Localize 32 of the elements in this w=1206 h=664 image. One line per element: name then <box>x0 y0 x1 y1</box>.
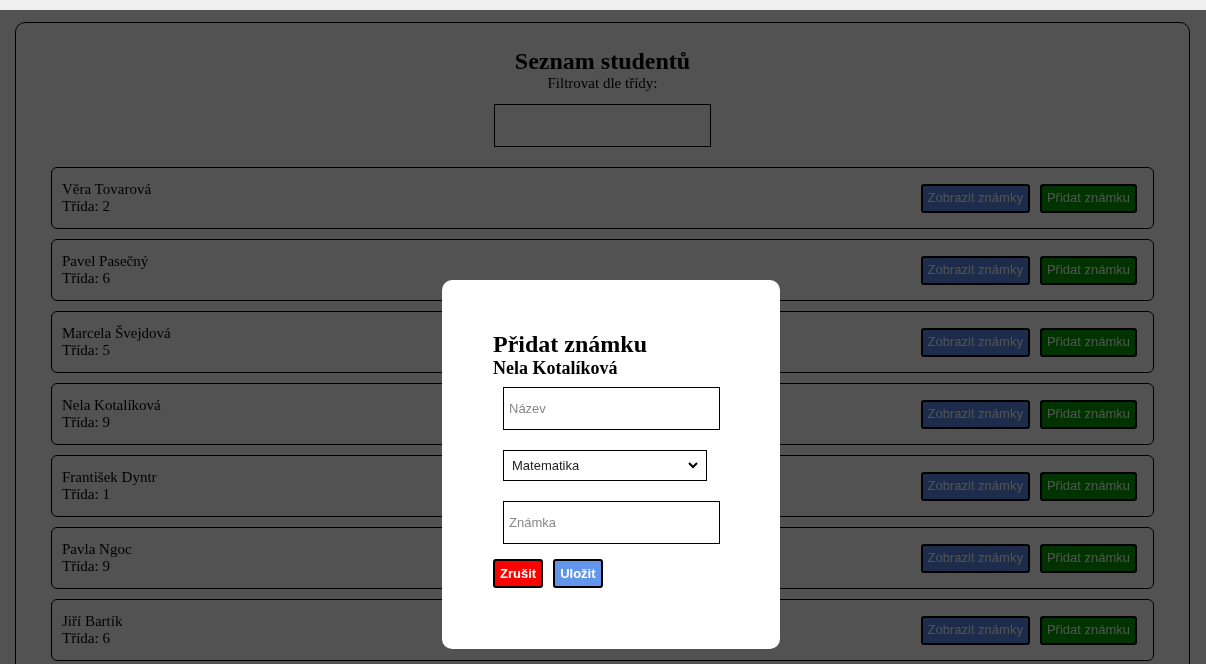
student-name: Pavla Ngoc <box>62 541 132 558</box>
student-class: Třída: 2 <box>62 198 111 215</box>
cancel-button[interactable]: Zrušit <box>493 559 544 588</box>
dialog-title: Přidat známku <box>493 330 648 358</box>
filter-label: Filtrovat dle třídy: <box>547 75 658 92</box>
student-name: Marcela Švejdová <box>62 325 171 342</box>
student-name: Jiří Bartík <box>62 613 123 630</box>
student-name: František Dyntr <box>62 469 157 486</box>
add-grade-button[interactable]: Přidat známku <box>1039 399 1137 429</box>
dialog-student-name: Nela Kotalíková <box>493 358 619 378</box>
page-title: Seznam studentů <box>514 47 691 75</box>
chevron-down-icon <box>688 462 698 469</box>
title-field[interactable]: Název <box>503 387 720 430</box>
add-grade-button[interactable]: Přidat známku <box>1039 543 1137 573</box>
student-name: Pavel Pasečný <box>62 253 149 270</box>
student-name: Věra Tovarová <box>62 181 152 198</box>
subject-select[interactable]: Matematika <box>503 450 707 481</box>
student-class: Třída: 6 <box>62 630 111 647</box>
add-grade-button[interactable]: Přidat známku <box>1039 255 1137 285</box>
add-grade-button[interactable]: Přidat známku <box>1039 615 1137 645</box>
grade-field[interactable]: Známka <box>503 501 720 544</box>
add-grade-button[interactable]: Přidat známku <box>1039 183 1137 213</box>
add-grade-button[interactable]: Přidat známku <box>1039 471 1137 501</box>
add-grade-button[interactable]: Přidat známku <box>1039 327 1137 357</box>
save-button[interactable]: Uložit <box>553 559 603 588</box>
filter-field[interactable] <box>494 104 711 147</box>
student-name: Nela Kotalíková <box>62 397 161 414</box>
student-class: Třída: 5 <box>62 342 111 359</box>
student-class: Třída: 6 <box>62 270 111 287</box>
student-class: Třída: 9 <box>62 414 111 431</box>
student-class: Třída: 1 <box>62 486 111 503</box>
student-class: Třída: 9 <box>62 558 111 575</box>
